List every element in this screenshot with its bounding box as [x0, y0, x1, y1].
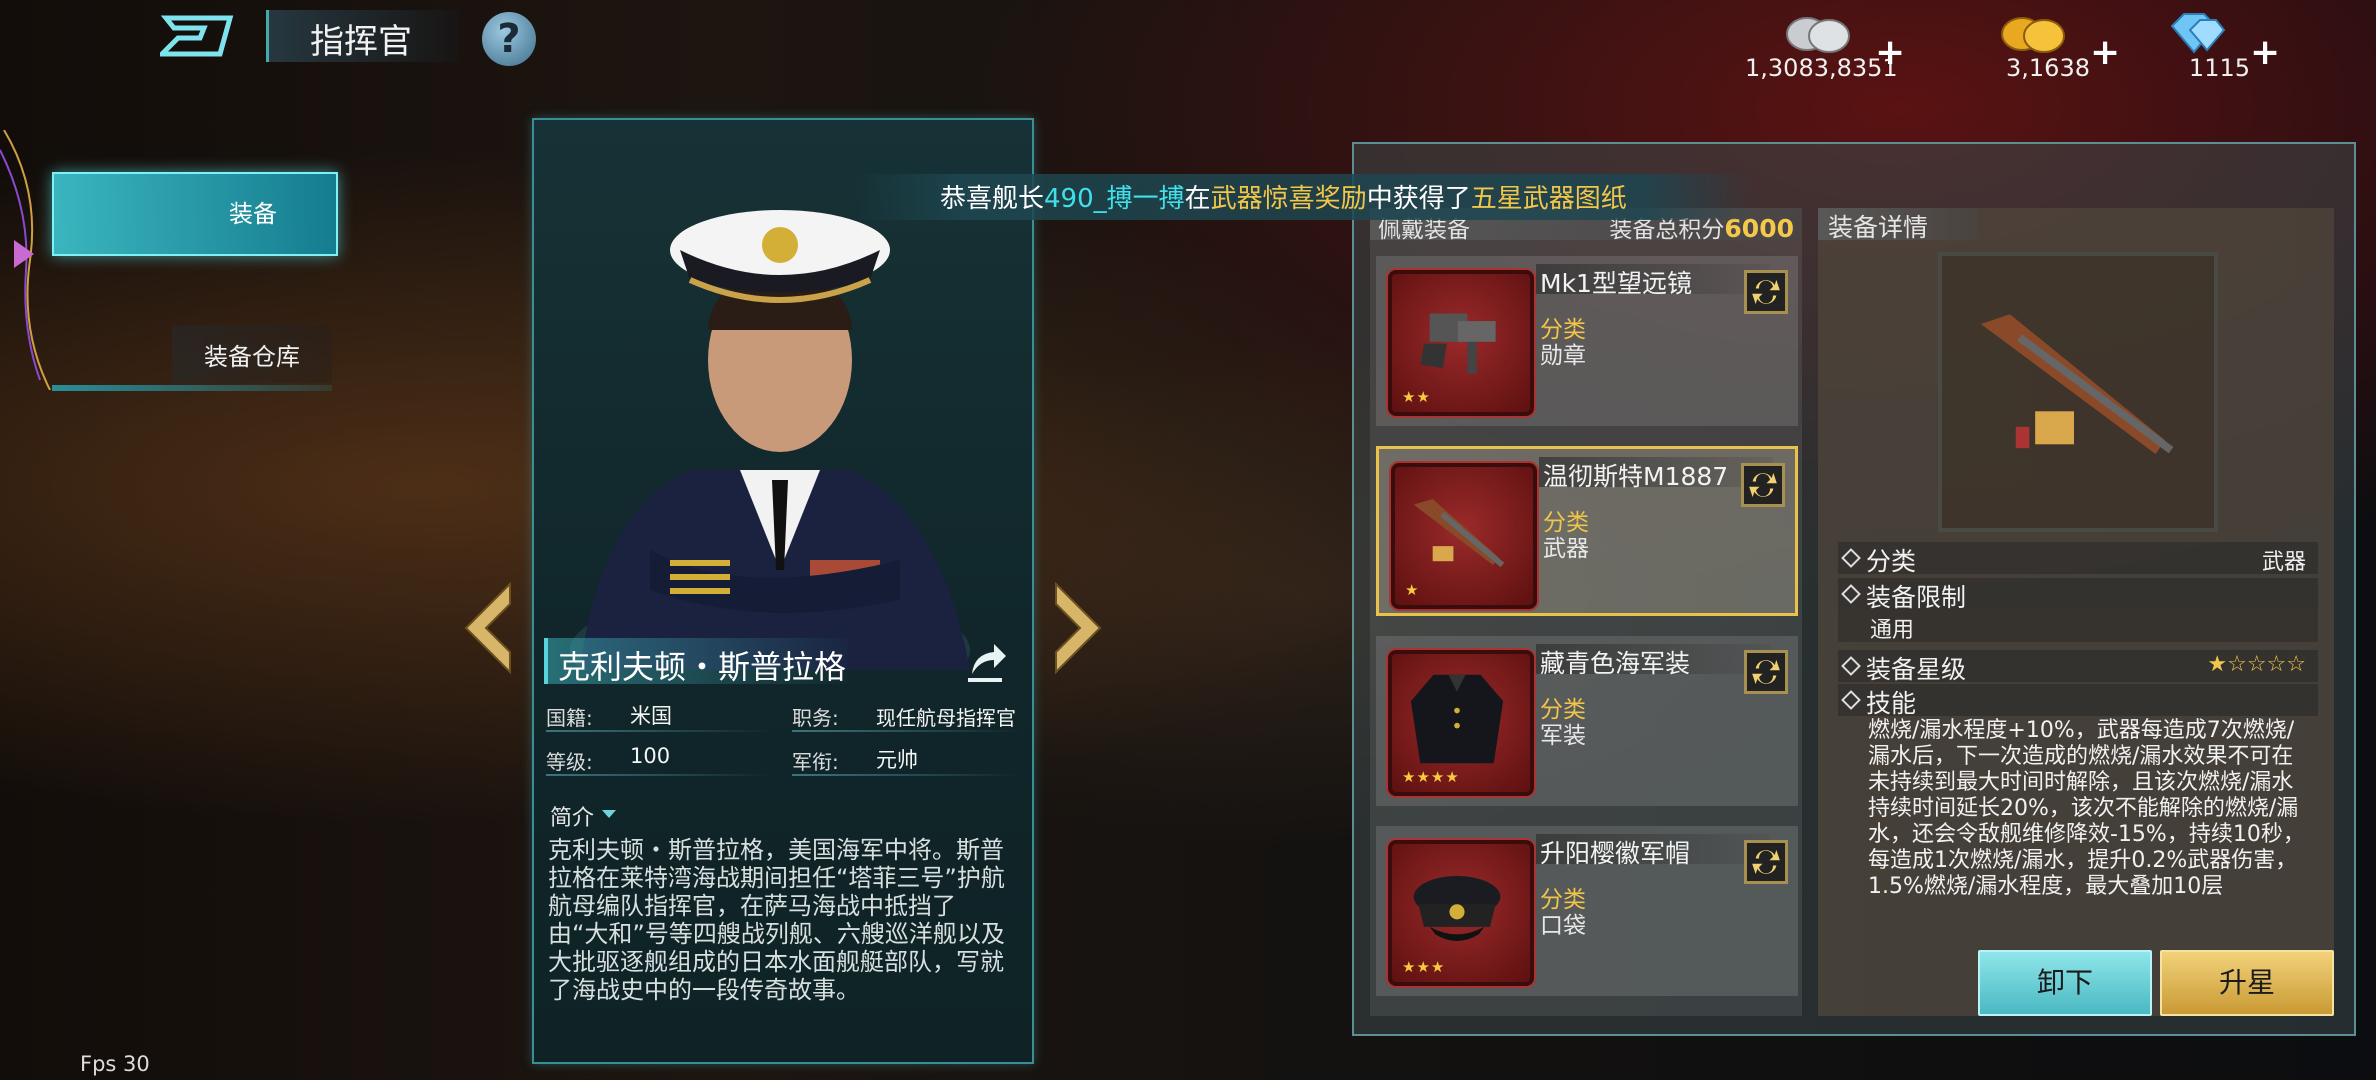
detail-limit-label: 装备限制: [1866, 583, 1967, 612]
broadcast-message: 恭喜舰长490_搏一搏在武器惊喜奖励中获得了五星武器图纸: [940, 178, 1627, 215]
item-name: Mk1型望远镜: [1536, 264, 1770, 298]
detail-category-value: 武器: [2261, 550, 2306, 575]
shotgun-icon: ★: [1391, 463, 1537, 609]
tab-warehouse-label: 装备仓库: [204, 343, 300, 371]
total-score-label: 装备总积分: [1609, 217, 1725, 243]
equip-slot-4[interactable]: ★★★ 升阳樱徽军帽 分类 口袋: [1376, 826, 1798, 996]
diamond-bullet-icon: [1841, 584, 1861, 604]
broadcast-reward: 五星武器图纸: [1470, 184, 1627, 214]
item-category: 口袋: [1540, 913, 1586, 939]
item-category: 勋章: [1540, 343, 1586, 369]
intro-toggle[interactable]: 简介: [550, 800, 594, 832]
detail-title: 装备详情: [1828, 213, 1929, 242]
position-value: 现任航母指挥官: [876, 706, 1016, 730]
detail-header: 装备详情: [1818, 208, 1978, 242]
broadcast-event: 武器惊喜奖励: [1210, 184, 1367, 214]
silver-value: 1,3083,8351: [1745, 54, 1898, 82]
commander-name: 克利夫顿・斯普拉格: [558, 648, 847, 686]
item-stars: ★★★★: [1402, 768, 1460, 786]
level-value: 100: [630, 744, 671, 768]
upgrade-star-button[interactable]: 升星: [2160, 950, 2334, 1016]
navy-uniform-icon: ★★★★: [1388, 650, 1534, 796]
commander-intro: 克利夫顿・斯普拉格，美国海军中将。斯普拉格在莱特湾海战期间担任“塔菲三号”护航航…: [548, 836, 1005, 1004]
side-collapse-arrow-icon[interactable]: [14, 240, 34, 268]
tab-equipment-label: 装备: [229, 200, 277, 228]
gold-value: 3,1638: [2006, 54, 2090, 82]
nationality-label: 国籍:: [546, 706, 593, 730]
detail-star-label: 装备星级: [1866, 655, 1967, 684]
item-stars: ★★: [1402, 388, 1431, 406]
detail-star-value: ★☆☆☆☆: [2207, 652, 2306, 677]
diamond-icon: [2170, 13, 2226, 54]
tab-equipment-warehouse[interactable]: 装备仓库: [52, 325, 334, 393]
rank-value: 元帅: [876, 748, 918, 772]
equip-slot-3[interactable]: ★★★★ 藏青色海军装 分类 军装: [1376, 636, 1798, 806]
help-button[interactable]: ?: [482, 12, 536, 66]
divider: [792, 730, 1022, 732]
unequip-button[interactable]: 卸下: [1978, 950, 2152, 1016]
caret-down-icon[interactable]: [602, 810, 616, 818]
diamond-bullet-icon: [1841, 690, 1861, 710]
question-icon: ?: [497, 16, 521, 62]
game-logo-icon: [160, 15, 234, 57]
page-title: 指挥官: [310, 22, 412, 62]
detail-row-star: 装备星级 ★☆☆☆☆: [1838, 650, 2318, 684]
swap-icon[interactable]: [1744, 270, 1788, 314]
silver-coin-icon: [1786, 17, 1850, 53]
swap-icon[interactable]: [1741, 463, 1785, 507]
rank-label: 军衔:: [792, 750, 839, 774]
gold-coin-icon: [2001, 17, 2065, 53]
detail-limit-value: 通用: [1870, 618, 1915, 643]
officer-cap-icon: ★★★: [1388, 840, 1534, 986]
swap-icon[interactable]: [1744, 650, 1788, 694]
tab-underline: [52, 385, 332, 391]
detail-limit-value-row: 通用: [1838, 610, 2318, 643]
position-label: 职务:: [792, 706, 839, 730]
tab-equipment[interactable]: 装备: [52, 172, 338, 256]
commander-name-bar: 克利夫顿・斯普拉格: [544, 638, 848, 686]
gold-resource[interactable]: 3,1638 +: [1960, 2, 2120, 82]
item-category: 军装: [1540, 723, 1586, 749]
next-commander-arrow-icon[interactable]: [1054, 582, 1104, 674]
item-name: 藏青色海军装: [1536, 644, 1770, 678]
diamond-value: 1115: [2188, 54, 2250, 82]
item-name: 温彻斯特M1887: [1539, 457, 1773, 491]
detail-skill-text: 燃烧/漏水程度+10%，武器每造成7次燃烧/漏水后，下一次造成的燃烧/漏水效果不…: [1868, 718, 2305, 899]
divider: [546, 730, 772, 732]
detail-item-image: [1938, 252, 2218, 532]
detail-category-label: 分类: [1866, 547, 1917, 576]
silver-resource[interactable]: 1,3083,8351 +: [1745, 2, 1905, 82]
fps-counter: Fps 30: [80, 1052, 150, 1076]
divider: [792, 774, 1022, 776]
level-label: 等级:: [546, 750, 593, 774]
gold-add-button[interactable]: +: [2090, 32, 2120, 73]
item-stars: ★★★: [1402, 958, 1446, 976]
divider: [546, 774, 772, 776]
share-icon[interactable]: [960, 636, 1010, 686]
equip-slot-1[interactable]: ★★ Mk1型望远镜 分类 勋章: [1376, 256, 1798, 426]
diamond-bullet-icon: [1841, 656, 1861, 676]
diamond-bullet-icon: [1841, 548, 1861, 568]
shotgun-icon: [1980, 314, 2174, 454]
binoculars-icon: ★★: [1388, 270, 1534, 416]
silver-add-button[interactable]: +: [1875, 32, 1905, 73]
broadcast-part: 中获得了: [1366, 184, 1471, 214]
prev-commander-arrow-icon[interactable]: [462, 582, 512, 674]
diamond-resource[interactable]: 1115 +: [2120, 2, 2280, 82]
item-stars: ★: [1405, 581, 1420, 599]
item-name: 升阳樱徽军帽: [1536, 834, 1770, 868]
broadcast-part: 恭喜舰长: [940, 184, 1045, 214]
detail-row-limit: 装备限制: [1838, 578, 2318, 612]
equip-slot-2[interactable]: ★ 温彻斯特M1887 分类 武器: [1376, 446, 1798, 616]
broadcast-part: 在: [1184, 184, 1211, 214]
detail-row-skill: 技能: [1838, 684, 2318, 718]
detail-row-category: 分类 武器: [1838, 542, 2318, 576]
item-category: 武器: [1543, 536, 1589, 562]
broadcast-player: 490_搏一搏: [1044, 184, 1185, 214]
nationality-value: 米国: [630, 704, 672, 728]
diamond-add-button[interactable]: +: [2250, 32, 2280, 73]
swap-icon[interactable]: [1744, 840, 1788, 884]
detail-skill-label: 技能: [1866, 689, 1917, 718]
